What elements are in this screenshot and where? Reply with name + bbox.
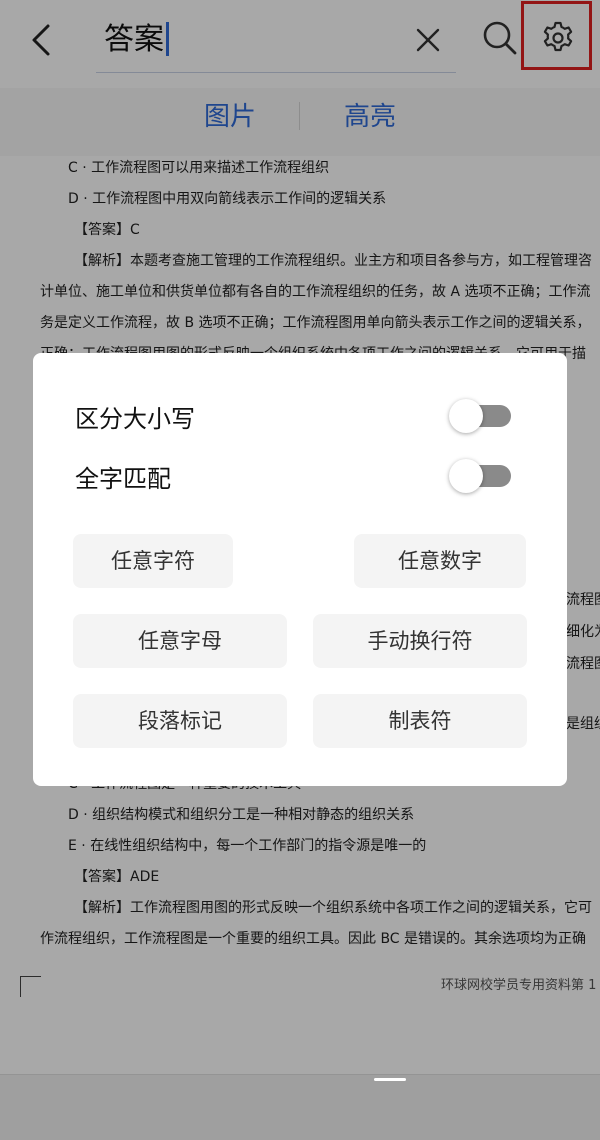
option-match-case-label: 区分大小写 xyxy=(75,405,195,433)
match-case-toggle[interactable] xyxy=(449,399,513,433)
home-indicator xyxy=(374,1078,406,1081)
app-root: 答案 图片 高亮 C · 工作流程图可以用来描述工作流程组织 D · 工作流程图… xyxy=(0,0,600,1140)
option-whole-word-label: 全字匹配 xyxy=(75,465,171,493)
any-letter-button[interactable]: 任意字母 xyxy=(73,614,287,668)
paragraph-mark-button[interactable]: 段落标记 xyxy=(73,694,287,748)
any-character-button[interactable]: 任意字符 xyxy=(73,534,233,588)
any-digit-button[interactable]: 任意数字 xyxy=(354,534,526,588)
toggle-knob xyxy=(449,399,483,433)
toggle-knob xyxy=(449,459,483,493)
whole-word-toggle[interactable] xyxy=(449,459,513,493)
manual-line-break-button[interactable]: 手动换行符 xyxy=(313,614,527,668)
tab-character-button[interactable]: 制表符 xyxy=(313,694,527,748)
search-settings-dialog: 区分大小写 全字匹配 任意字符 任意数字 任意字母 手动换行符 段落标记 制表符 xyxy=(33,353,567,786)
